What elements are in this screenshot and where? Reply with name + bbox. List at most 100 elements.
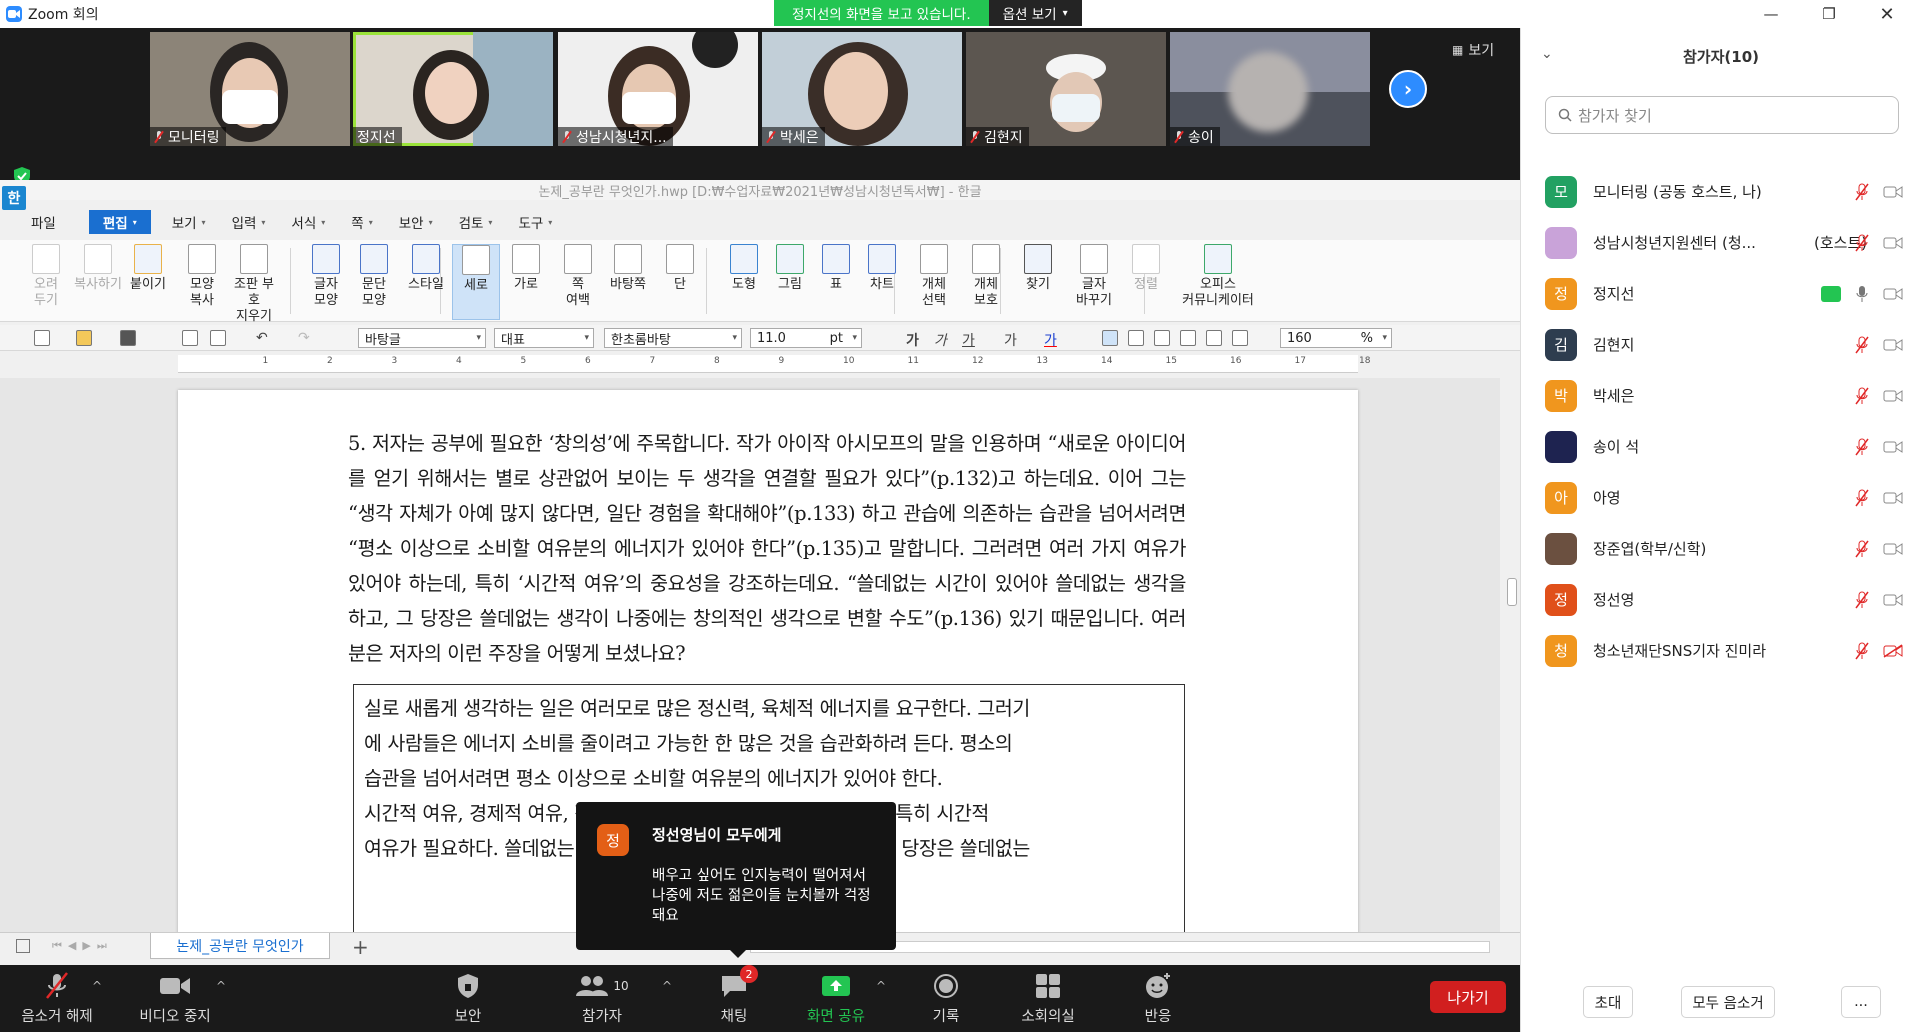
ribbon-page-margin-button[interactable]: 쪽 여백: [554, 244, 602, 309]
preview-icon[interactable]: [210, 330, 226, 346]
ribbon-clear-marks-button[interactable]: 조판 부호 지우기: [230, 244, 278, 325]
page-view-icon[interactable]: [16, 939, 30, 953]
undo-icon[interactable]: ↶: [256, 330, 268, 346]
vertical-scrollbar[interactable]: [1504, 378, 1520, 932]
ribbon-select-object-button[interactable]: 개체 선택: [910, 244, 958, 309]
minimize-button[interactable]: —: [1742, 0, 1800, 28]
menu-tools[interactable]: 도구 ▾: [505, 210, 565, 234]
participants-button[interactable]: 10 참가자: [566, 971, 638, 1026]
ribbon-protect-object-button[interactable]: 개체 보호: [962, 244, 1010, 309]
stop-video-button[interactable]: 비디오 중지: [134, 971, 216, 1026]
align-right-icon[interactable]: [1180, 330, 1196, 346]
language-select[interactable]: 대표: [494, 328, 594, 348]
participant-row[interactable]: 장준엽(학부/신학): [1521, 523, 1920, 574]
ribbon-replace-button[interactable]: 글자 바꾸기: [1070, 244, 1118, 309]
ribbon-style-button[interactable]: 스타일: [402, 244, 450, 293]
more-options-button[interactable]: ...: [1841, 986, 1881, 1018]
audio-options-caret[interactable]: ^: [92, 979, 102, 993]
strike-icon[interactable]: 가: [1004, 330, 1017, 350]
chat-notification[interactable]: 정 정선영님이 모두에게 배우고 싶어도 인지능력이 떨어져서 나중에 저도 젊…: [576, 802, 896, 958]
breakout-rooms-button[interactable]: 소회의실: [1010, 971, 1086, 1026]
divide-icon[interactable]: [1232, 330, 1248, 346]
participants-options-caret[interactable]: ^: [662, 979, 672, 993]
font-color-icon[interactable]: 가: [1044, 330, 1057, 350]
ribbon-copy-button[interactable]: 복사하기: [74, 244, 122, 293]
ribbon-shape-button[interactable]: 도형: [720, 244, 768, 293]
ribbon-para-shape-button[interactable]: 문단 모양: [350, 244, 398, 309]
line-spacing-select[interactable]: 160%: [1280, 328, 1392, 348]
menu-insert[interactable]: 입력 ▾: [219, 210, 279, 234]
menu-format[interactable]: 서식 ▾: [278, 210, 338, 234]
menu-edit[interactable]: 편집 ▾: [88, 210, 151, 234]
next-page-button[interactable]: ›: [1389, 70, 1427, 108]
video-tile[interactable]: 모니터링: [150, 32, 350, 146]
question-paragraph[interactable]: 5. 저자는 공부에 필요한 ‘창의성’에 주목합니다. 작가 아이작 아시모프…: [348, 426, 1186, 671]
video-tile[interactable]: 송이: [1170, 32, 1370, 146]
distribute-icon[interactable]: [1206, 330, 1222, 346]
italic-icon[interactable]: 가: [934, 330, 947, 350]
participant-row[interactable]: 송이 석: [1521, 421, 1920, 472]
video-options-caret[interactable]: ^: [216, 979, 226, 993]
participant-search-input[interactable]: 참가자 찾기: [1545, 96, 1899, 134]
ribbon-chart-button[interactable]: 차트: [858, 244, 906, 293]
ribbon-cut-button[interactable]: 오려 두기: [22, 244, 70, 309]
video-tile[interactable]: 성남시청년지...: [558, 32, 758, 146]
chat-button[interactable]: 2 채팅: [704, 965, 764, 1026]
add-tab-icon[interactable]: +: [352, 935, 369, 959]
video-tile[interactable]: 박세은: [762, 32, 962, 146]
font-select[interactable]: 한초롬바탕: [604, 328, 742, 348]
unmute-button[interactable]: 음소거 해제: [16, 971, 98, 1026]
menu-review[interactable]: 검토 ▾: [446, 210, 506, 234]
close-button[interactable]: ✕: [1858, 0, 1916, 28]
participant-row[interactable]: 아 아영: [1521, 472, 1920, 523]
save-icon[interactable]: [120, 330, 136, 346]
ribbon-columns-button[interactable]: 단: [656, 244, 704, 293]
menu-view[interactable]: 보기 ▾: [159, 210, 219, 234]
print-icon[interactable]: [182, 330, 198, 346]
security-button[interactable]: 보안: [438, 971, 498, 1026]
view-options-button[interactable]: 옵션 보기 ▾: [988, 0, 1082, 26]
invite-button[interactable]: 초대: [1583, 986, 1633, 1018]
ribbon-picture-button[interactable]: 그림: [766, 244, 814, 293]
redo-icon[interactable]: ↷: [298, 330, 310, 346]
video-tile-active-speaker[interactable]: 정지선: [353, 32, 553, 146]
participant-row[interactable]: 청 청소년재단SNS기자 진미라: [1521, 625, 1920, 676]
view-button[interactable]: ▦ 보기: [1452, 40, 1494, 60]
share-screen-button[interactable]: 화면 공유: [798, 971, 874, 1026]
participant-row[interactable]: 김 김현지: [1521, 319, 1920, 370]
ribbon-portrait-button[interactable]: 세로: [452, 244, 500, 320]
open-folder-icon[interactable]: [76, 330, 92, 346]
align-left-icon[interactable]: [1128, 330, 1144, 346]
reactions-button[interactable]: 반응: [1130, 971, 1186, 1026]
leave-button[interactable]: 나가기: [1430, 981, 1506, 1013]
document-tab[interactable]: 논제_공부란 무엇인가: [150, 933, 330, 959]
video-tile[interactable]: 김현지: [966, 32, 1166, 146]
maximize-button[interactable]: ❐: [1800, 0, 1858, 28]
participant-row[interactable]: 모 모니터링 (공동 호스트, 나): [1521, 166, 1920, 217]
underline-icon[interactable]: 가: [962, 330, 975, 350]
bold-icon[interactable]: 가: [906, 330, 919, 350]
style-select[interactable]: 바탕글: [358, 328, 486, 348]
font-size-select[interactable]: 11.0 pt: [750, 328, 862, 348]
ribbon-landscape-button[interactable]: 가로: [502, 244, 550, 293]
ribbon-find-button[interactable]: 찾기: [1014, 244, 1062, 293]
ribbon-sort-button[interactable]: 정렬: [1122, 244, 1170, 293]
participant-row[interactable]: 정 정지선: [1521, 268, 1920, 319]
participant-row[interactable]: 박 박세은: [1521, 370, 1920, 421]
ribbon-table-button[interactable]: 표: [812, 244, 860, 293]
menu-file[interactable]: 파일: [18, 210, 69, 234]
menu-security[interactable]: 보안 ▾: [386, 210, 446, 234]
align-justify-icon[interactable]: [1102, 330, 1118, 346]
participant-row[interactable]: 정 정선영: [1521, 574, 1920, 625]
mute-all-button[interactable]: 모두 음소거: [1681, 986, 1775, 1018]
new-doc-icon[interactable]: [34, 330, 50, 346]
ribbon-paste-button[interactable]: 붙이기: [124, 244, 172, 293]
record-button[interactable]: 기록: [918, 971, 974, 1026]
share-options-caret[interactable]: ^: [876, 979, 886, 993]
ribbon-master-page-button[interactable]: 바탕쪽: [604, 244, 652, 293]
ribbon-char-shape-button[interactable]: 글자 모양: [302, 244, 350, 309]
align-center-icon[interactable]: [1154, 330, 1170, 346]
tab-nav-icon[interactable]: ⏮◀▶⏭: [52, 939, 113, 953]
ribbon-format-painter-button[interactable]: 모양 복사: [178, 244, 226, 309]
participant-row[interactable]: 성남시청년지원센터 (청... (호스트): [1521, 217, 1920, 268]
